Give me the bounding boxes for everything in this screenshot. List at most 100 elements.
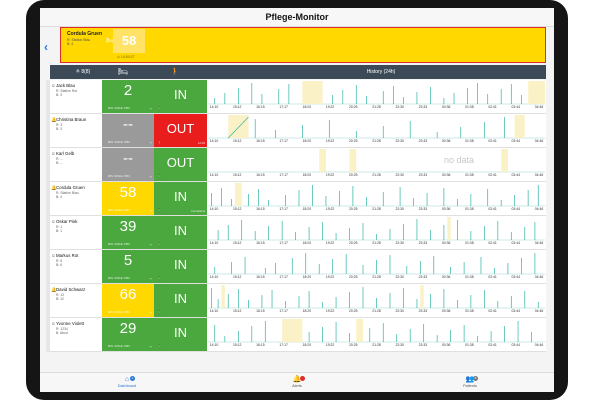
time-tick: 18:20	[302, 275, 312, 279]
tab-patients[interactable]: 👥 Patients 8	[440, 375, 500, 388]
time-tick: 03:44	[511, 173, 521, 177]
patients-count[interactable]: ≗ 8(8)	[58, 65, 108, 79]
history-chart[interactable]: 14:10 15:12 16:15 17:17 18:20 19:22 20:25 21:28…	[208, 319, 545, 350]
tab-label: Alerts	[292, 384, 302, 388]
presence-status[interactable]: OUT 🚶	[154, 148, 207, 181]
time-tick: 02:41	[488, 207, 497, 211]
patient-info[interactable]: 🔔 David Schwarz R: 12 B: 12	[50, 284, 102, 317]
minutes-tile[interactable]: 2 MIN. SINCE. PMC ⌁	[102, 80, 154, 113]
patient-row[interactable]: ☺ Markus Rot R: 6 B: 6 5 MIN. SINCE. PMC ⌁ IN 🚶 1…	[50, 250, 546, 284]
time-tick: 01:38	[465, 309, 474, 313]
time-tick: 04:46	[534, 173, 544, 177]
history-chart[interactable]: 14:10 15:12 16:15 17:17 18:20 19:22 20:25 21:28…	[208, 149, 545, 180]
minutes-tile[interactable]: -- MIN. SINCE. PMC ⌁	[102, 114, 154, 147]
patient-row[interactable]: 🔔 David Schwarz R: 12 B: 12 66 MIN. SINCE. PM…	[50, 284, 546, 318]
bed-status-icon: ⌁	[149, 106, 152, 111]
patient-name: Markus Rot	[56, 253, 79, 258]
history-chart[interactable]: 14:10 15:12 16:15 17:17 18:20 19:22 20:25 21:28…	[208, 251, 545, 282]
minutes-tile[interactable]: -- MIN. SINCE. PMC ⌁	[102, 148, 154, 181]
presence-status[interactable]: IN 🚶	[154, 216, 207, 249]
bed-status-icon: ⌁	[149, 310, 152, 315]
walking-icon: 🚶	[157, 310, 162, 315]
history-chart[interactable]: 14:10 15:12 16:15 17:17 18:20 19:22 20:25 21:28…	[208, 285, 545, 316]
patient-info[interactable]: ☺ Jack Blau R: Station Rot B: 3	[50, 80, 102, 113]
bed-column-icon: 🛏	[117, 67, 129, 76]
person-icon: ☺	[51, 321, 56, 326]
time-tick: 15:12	[232, 207, 242, 211]
time-tick: 02:41	[488, 105, 497, 109]
time-tick: 20:25	[349, 343, 358, 347]
time-tick: 22:30	[395, 207, 404, 211]
time-tick: 02:41	[488, 309, 497, 313]
time-tick: 19:22	[325, 343, 335, 347]
status-note: 12:40	[198, 141, 205, 145]
walking-icon: 🚶	[157, 106, 162, 111]
presence-label: OUT	[166, 121, 195, 136]
patient-row[interactable]: 🔔 Cordula Gruen R: Station Blau B: 4 58 MIN. …	[50, 182, 546, 216]
time-tick: 16:15	[256, 105, 265, 109]
bed-status-icon: ⌁	[149, 276, 152, 281]
time-tick: 14:10	[209, 207, 219, 211]
presence-status[interactable]: IN 🚶	[154, 80, 207, 113]
alert-banner[interactable]: Cordula Gruen R: Station Blau B: 4 🛏 58 …	[60, 27, 546, 63]
minutes-tile[interactable]: 39 MIN. SINCE. PMC ⌁	[102, 216, 154, 249]
patient-bed: B: 12	[56, 297, 64, 302]
minutes-tile[interactable]: 5 MIN. SINCE. PMC ⌁	[102, 250, 154, 283]
tab-dashboard[interactable]: ⌂ Dashboard 1	[97, 375, 157, 388]
walking-icon: 🚶	[157, 242, 162, 247]
presence-status[interactable]: IN 🚶	[154, 250, 207, 283]
time-tick: 22:30	[395, 139, 404, 143]
patient-info[interactable]: ☺ Karl Gelb R: -- B: --	[50, 148, 102, 181]
presence-status[interactable]: IN 🚶	[154, 284, 207, 317]
patient-row[interactable]: ☺ Oskar Pink R: 1 B: 1 39 MIN. SINCE. PMC ⌁ IN 🚶…	[50, 216, 546, 250]
history-plot	[208, 319, 545, 343]
time-tick: 18:20	[302, 105, 312, 109]
back-chevron-icon[interactable]: ‹	[44, 40, 48, 54]
time-tick: 21:28	[372, 105, 381, 109]
time-tick: 20:25	[349, 173, 358, 177]
walking-icon: 🚶	[157, 208, 162, 213]
time-axis: 14:10 15:12 16:15 17:17 18:20 19:22 20:25 21:28…	[208, 105, 545, 111]
time-tick: 23:33	[418, 343, 428, 347]
time-tick: 16:15	[256, 275, 265, 279]
history-chart[interactable]: 14:10 15:12 16:15 17:17 18:20 19:22 20:25 21:28…	[208, 81, 545, 112]
tab-badge	[300, 376, 305, 381]
patient-info[interactable]: ☺ Oskar Pink R: 1 B: 1	[50, 216, 102, 249]
patient-row[interactable]: ☺ Jack Blau R: Station Rot B: 3 2 MIN. SINCE.…	[50, 80, 546, 114]
patient-name: David Schwarz	[56, 287, 86, 292]
time-tick: 21:28	[372, 241, 381, 245]
history-chart[interactable]: 14:10 15:12 16:15 17:17 18:20 19:22 20:25 21:28…	[208, 217, 545, 248]
presence-status[interactable]: OUT 🚶 12:40	[154, 114, 207, 147]
out-of-bed-band	[514, 115, 525, 138]
patient-info[interactable]: ☺ Markus Rot R: 6 B: 6	[50, 250, 102, 283]
time-tick: 04:46	[534, 309, 544, 313]
patient-info[interactable]: 🔔 Cordula Gruen R: Station Blau B: 4	[50, 182, 102, 215]
time-tick: 15:12	[232, 309, 242, 313]
patient-info[interactable]: ☺ Yvonne Violett R: 1234 B: Abcd	[50, 318, 102, 351]
time-tick: 00:36	[441, 105, 451, 109]
minutes-tile[interactable]: 29 MIN. SINCE. PMC ⌁	[102, 318, 154, 351]
time-tick: 19:22	[325, 241, 335, 245]
history-chart[interactable]: 14:10 15:12 16:15 17:17 18:20 19:22 20:25 21:28…	[208, 183, 545, 214]
patient-row[interactable]: ☺ Karl Gelb R: -- B: -- -- MIN. SINCE. PMC ⌁ OU…	[50, 148, 546, 182]
time-tick: 14:10	[209, 241, 219, 245]
patient-row[interactable]: 🔔 Christina Braun R: 3 B: 3 -- MIN. SINCE. PM…	[50, 114, 546, 148]
patient-row[interactable]: ☺ Yvonne Violett R: 1234 B: Abcd 29 MIN. SINC…	[50, 318, 546, 352]
time-tick: 14:10	[209, 139, 219, 143]
time-tick: 23:33	[418, 241, 428, 245]
presence-status[interactable]: IN 🚶 Complaints	[154, 182, 207, 215]
time-tick: 17:17	[279, 343, 288, 347]
minutes-tile[interactable]: 66 MIN. SINCE. PMC ⌁	[102, 284, 154, 317]
history-chart[interactable]: 14:10 15:12 16:15 17:17 18:20 19:22 20:25 21:28…	[208, 115, 545, 146]
walking-icon: 🚶	[157, 140, 162, 145]
patient-details: R: 12 B: 12	[56, 293, 64, 301]
time-tick: 04:46	[534, 343, 544, 347]
time-tick: 22:30	[395, 173, 404, 177]
patient-info[interactable]: 🔔 Christina Braun R: 3 B: 3	[50, 114, 102, 147]
tab-alerts[interactable]: 🔔 Alerts	[267, 375, 327, 388]
minutes-tile[interactable]: 58 MIN. SINCE. PMC ⌁	[102, 182, 154, 215]
patient-name: Christina Braun	[56, 117, 87, 122]
presence-label: IN	[174, 87, 187, 102]
presence-status[interactable]: IN 🚶	[154, 318, 207, 351]
time-tick: 21:28	[372, 343, 381, 347]
